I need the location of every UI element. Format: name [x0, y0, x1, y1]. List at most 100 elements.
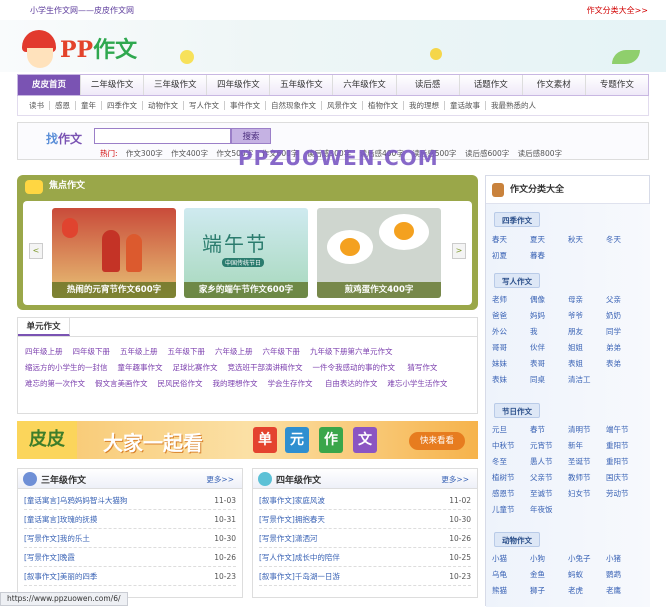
subnav-item[interactable]: 动物作文 [143, 101, 184, 110]
category-link[interactable]: 暮春 [530, 248, 568, 264]
nav-item-grade2[interactable]: 二年级作文 [81, 75, 145, 95]
nav-item-grade6[interactable]: 六年级作文 [333, 75, 397, 95]
nav-item-grade3[interactable]: 三年级作文 [144, 75, 208, 95]
carousel-prev-button[interactable]: < [29, 243, 43, 259]
category-link[interactable]: 弟弟 [606, 340, 644, 356]
promo-banner[interactable]: 皮皮 大家一起看 单 元 作 文 快来看看 [17, 421, 478, 459]
carousel-next-button[interactable]: > [452, 243, 466, 259]
category-link[interactable]: 小猪 [606, 551, 644, 567]
subnav-item[interactable]: 童话故事 [445, 101, 486, 110]
category-link[interactable]: 鹦鹉 [606, 567, 644, 583]
category-link[interactable]: 表弟 [606, 356, 644, 372]
category-link[interactable]: 重阳节 [606, 454, 644, 470]
category-link[interactable]: 我 [530, 324, 568, 340]
list-item[interactable]: [叙事作文]美丽的四季 10-23 [24, 567, 236, 586]
essay-link[interactable]: [叙事作文]美丽的四季 [24, 567, 97, 585]
list-item[interactable]: [写人作文]成长中的陪伴 10-25 [259, 548, 471, 567]
focus-card[interactable]: 热闹的元宵节作文600字 [52, 208, 176, 298]
category-link[interactable]: 植树节 [492, 470, 530, 486]
subnav-item[interactable]: 四季作文 [102, 101, 143, 110]
nav-item-materials[interactable]: 作文素材 [523, 75, 586, 95]
essay-link[interactable]: [童话寓言]乌鸦妈妈智斗大猫狗 [24, 491, 127, 509]
category-link[interactable]: 儿童节 [492, 502, 530, 518]
category-link[interactable]: 小狗 [530, 551, 568, 567]
tab-unit-essays[interactable]: 单元作文 [18, 318, 70, 336]
essay-link[interactable]: [写景作文]我的乐土 [24, 529, 90, 547]
category-link[interactable]: 妇女节 [568, 486, 606, 502]
category-link[interactable]: 偶像 [530, 292, 568, 308]
category-link[interactable]: 冬天 [606, 232, 644, 248]
category-link[interactable]: 中秋节 [492, 438, 530, 454]
subnav-item[interactable]: 我的理想 [404, 101, 445, 110]
category-link[interactable]: 朋友 [568, 324, 606, 340]
essay-link[interactable]: [写景作文]晚霞 [24, 548, 75, 566]
nav-item-special[interactable]: 专题作文 [586, 75, 648, 95]
nav-item-grade4[interactable]: 四年级作文 [207, 75, 271, 95]
subnav-item[interactable]: 自然现象作文 [266, 101, 322, 110]
subnav-item[interactable]: 风景作文 [322, 101, 363, 110]
category-all-link[interactable]: 作文分类大全>> [587, 5, 648, 16]
category-link[interactable]: 元宵节 [530, 438, 568, 454]
category-link[interactable]: 姐姐 [568, 340, 606, 356]
unit-link[interactable]: 一件令我感动的事的作文 [313, 360, 396, 376]
essay-link[interactable]: [写景作文]拥抱春天 [259, 510, 325, 528]
hot-link[interactable]: 读后感800字 [518, 149, 562, 158]
unit-link[interactable]: 六年级下册 [263, 344, 301, 360]
unit-link[interactable]: 假文言美画作文 [95, 376, 148, 392]
category-link[interactable]: 新年 [568, 438, 606, 454]
category-link[interactable]: 元旦 [492, 422, 530, 438]
group-title-seasons[interactable]: 四季作文 [494, 212, 540, 227]
unit-link[interactable]: 足球比赛作文 [173, 360, 218, 376]
essay-link[interactable]: [童话寓言]玫瑰的抚摸 [24, 510, 97, 528]
subnav-item[interactable]: 事件作文 [225, 101, 266, 110]
category-link[interactable]: 奶奶 [606, 308, 644, 324]
category-link[interactable]: 小兔子 [568, 551, 606, 567]
list-item[interactable]: [写景作文]拥抱春天 10-30 [259, 510, 471, 529]
category-link[interactable]: 金鱼 [530, 567, 568, 583]
category-link[interactable]: 教师节 [568, 470, 606, 486]
unit-link[interactable]: 九年级下册第六单元作文 [310, 344, 393, 360]
category-link[interactable]: 至诚节 [530, 486, 568, 502]
category-link[interactable]: 小猫 [492, 551, 530, 567]
category-link[interactable]: 老鹰 [606, 583, 644, 599]
search-input[interactable] [94, 128, 231, 144]
unit-link[interactable]: 六年级上册 [215, 344, 253, 360]
category-link[interactable]: 表妹 [492, 372, 530, 388]
subnav-item[interactable]: 我最熟悉的人 [486, 101, 541, 110]
promo-cta-button[interactable]: 快来看看 [409, 432, 465, 450]
category-link[interactable]: 狮子 [530, 583, 568, 599]
category-link[interactable]: 同桌 [530, 372, 568, 388]
category-link[interactable]: 妈妈 [530, 308, 568, 324]
subnav-item[interactable]: 读书 [24, 101, 50, 110]
category-link[interactable]: 乌龟 [492, 567, 530, 583]
category-link[interactable]: 父亲 [606, 292, 644, 308]
category-link[interactable]: 同学 [606, 324, 644, 340]
unit-link[interactable]: 自由表达的作文 [325, 376, 378, 392]
category-link[interactable]: 劳动节 [606, 486, 644, 502]
category-link[interactable]: 蚂蚁 [568, 567, 606, 583]
unit-link[interactable]: 难忘的第一次作文 [25, 376, 85, 392]
essay-link[interactable]: [写景作文]潇洒河 [259, 529, 317, 547]
nav-item-topic[interactable]: 话题作文 [460, 75, 523, 95]
essay-link[interactable]: [写人作文]成长中的陪伴 [259, 548, 340, 566]
hot-link[interactable]: 读后感600字 [465, 149, 509, 158]
category-link[interactable]: 重阳节 [606, 438, 644, 454]
unit-link[interactable]: 童年趣事作文 [118, 360, 163, 376]
category-link[interactable]: 圣诞节 [568, 454, 606, 470]
more-link[interactable]: 更多>> [441, 474, 469, 485]
unit-link[interactable]: 猜写作文 [407, 360, 437, 376]
category-link[interactable]: 外公 [492, 324, 530, 340]
category-link[interactable]: 春天 [492, 232, 530, 248]
category-link[interactable]: 老虎 [568, 583, 606, 599]
unit-link[interactable]: 我的理想作文 [213, 376, 258, 392]
group-title-people[interactable]: 写人作文 [494, 273, 540, 288]
list-item[interactable]: [童话寓言]玫瑰的抚摸 10-31 [24, 510, 236, 529]
category-link[interactable]: 清明节 [568, 422, 606, 438]
category-link[interactable]: 年夜饭 [530, 502, 568, 518]
category-link[interactable]: 感恩节 [492, 486, 530, 502]
focus-card[interactable]: 端午节 中国传统节日 家乡的端午节作文600字 [184, 208, 308, 298]
group-title-festivals[interactable]: 节日作文 [494, 403, 540, 418]
category-link[interactable]: 爷爷 [568, 308, 606, 324]
more-link[interactable]: 更多>> [206, 474, 234, 485]
category-link[interactable]: 夏天 [530, 232, 568, 248]
